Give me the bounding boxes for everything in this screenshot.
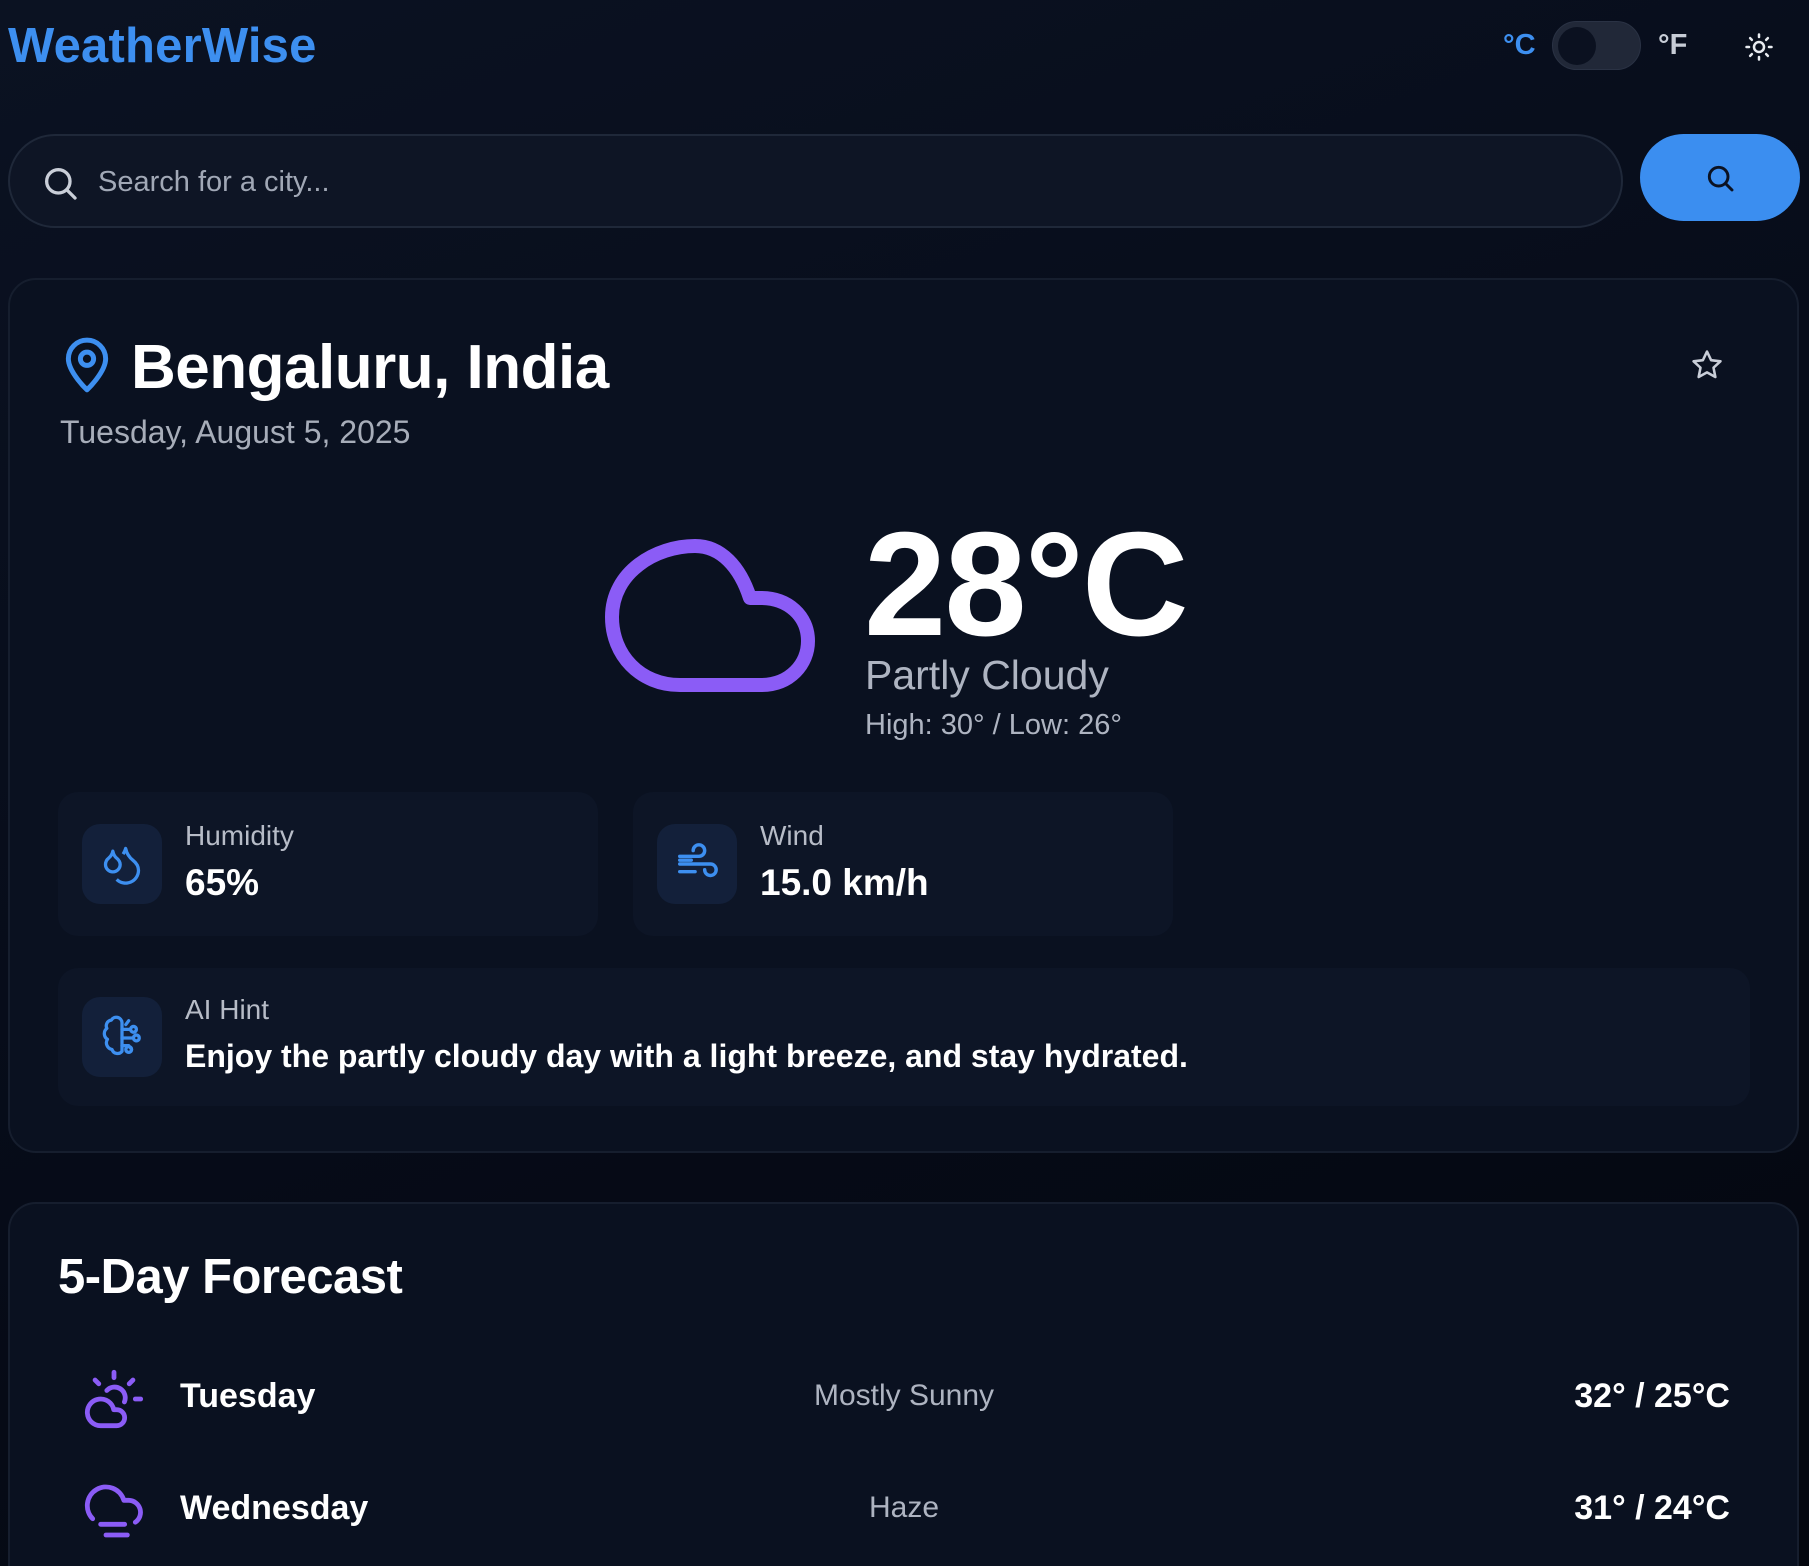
search-button[interactable]: [1640, 134, 1800, 221]
forecast-temps: 32° / 25°C: [1574, 1377, 1730, 1415]
wind-icon-wrap: [657, 824, 737, 904]
droplets-icon: [103, 846, 141, 885]
wind-label: Wind: [760, 820, 824, 851]
brain-icon: [102, 1015, 141, 1056]
ai-hint-card: AI Hint Enjoy the partly cloudy day with…: [58, 968, 1750, 1106]
forecast-card: 5-Day Forecast Tuesday Mostly Sunny 32° …: [8, 1202, 1799, 1566]
forecast-condition: Haze: [868, 1491, 940, 1524]
app-page: WeatherWise °C °F Bengaluru, India Tuesd: [0, 0, 1809, 1566]
wind-card: Wind 15.0 km/h: [633, 792, 1173, 936]
wind-value: 15.0 km/h: [760, 862, 929, 903]
high-low-temps: High: 30° / Low: 26°: [865, 709, 1122, 741]
search-input[interactable]: [98, 158, 1578, 206]
forecast-condition: Mostly Sunny: [813, 1379, 995, 1412]
current-weather-card: Bengaluru, India Tuesday, August 5, 2025…: [8, 278, 1799, 1153]
sun-icon: [1745, 33, 1773, 61]
ai-hint-label: AI Hint: [185, 994, 270, 1025]
search-bar: [8, 134, 1623, 228]
fahrenheit-label[interactable]: °F: [1658, 29, 1687, 62]
ai-hint-text: Enjoy the partly cloudy day with a light…: [185, 1038, 1188, 1074]
wind-icon: [678, 843, 718, 878]
forecast-row: Tuesday Mostly Sunny 32° / 25°C: [58, 1347, 1750, 1447]
unit-toggle[interactable]: [1552, 21, 1641, 70]
current-temperature: 28°C: [864, 502, 1189, 667]
forecast-row: Wednesday Haze 31° / 24°C: [58, 1459, 1750, 1559]
city-name: Bengaluru, India: [131, 333, 609, 402]
current-date: Tuesday, August 5, 2025: [60, 414, 411, 450]
forecast-title: 5-Day Forecast: [58, 1250, 403, 1304]
favorite-star-icon[interactable]: [1690, 348, 1724, 382]
cloud-icon: [605, 539, 815, 692]
search-icon: [45, 168, 77, 200]
ai-hint-icon-wrap: [82, 997, 162, 1077]
humidity-card: Humidity 65%: [58, 792, 598, 936]
humidity-value: 65%: [185, 862, 260, 903]
toggle-knob: [1558, 27, 1596, 65]
humidity-icon-wrap: [82, 824, 162, 904]
app-logo[interactable]: WeatherWise: [8, 18, 317, 74]
forecast-temps: 31° / 24°C: [1574, 1489, 1730, 1527]
location-pin-icon: [65, 337, 109, 393]
current-condition: Partly Cloudy: [865, 652, 1109, 698]
search-icon: [1707, 165, 1734, 191]
celsius-label[interactable]: °C: [1503, 29, 1536, 62]
humidity-label: Humidity: [185, 820, 294, 851]
theme-toggle-button[interactable]: [1737, 25, 1781, 69]
